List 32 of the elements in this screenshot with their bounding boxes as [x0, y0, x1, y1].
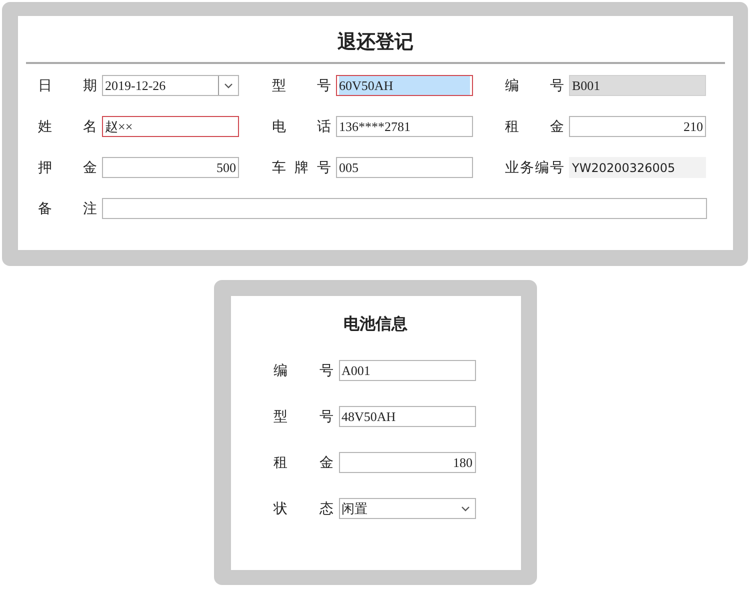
field-label: 业务编号	[505, 158, 564, 176]
input-field[interactable]	[102, 198, 707, 219]
input-field[interactable]: B001	[569, 75, 706, 96]
field-label: 姓 名	[38, 118, 97, 136]
field-label: 租 金	[274, 454, 334, 472]
chevron-down-icon	[460, 506, 470, 512]
value-display: YW20200326005	[569, 157, 706, 178]
input-field[interactable]: 210	[569, 116, 706, 137]
field-label: 备 注	[38, 200, 97, 218]
panel-title: 退还登记	[336, 30, 414, 55]
input-field[interactable]: A001	[338, 360, 476, 381]
field-label: 日 期	[38, 76, 97, 94]
chevron-down-icon	[224, 82, 233, 88]
dropdown-field[interactable]: 闲置	[338, 498, 476, 519]
field-label: 型 号	[274, 408, 334, 426]
input-field[interactable]: 60V50AH	[336, 75, 473, 96]
field-label: 型 号	[272, 76, 331, 94]
input-field[interactable]: 136****2781	[336, 116, 473, 137]
field-label: 租 金	[505, 118, 564, 136]
input-field[interactable]: 500	[102, 157, 239, 178]
input-field[interactable]: 005	[336, 157, 473, 178]
input-field[interactable]: 赵××	[102, 116, 239, 137]
field-label: 车 牌 号	[272, 158, 331, 176]
field-label: 状 态	[274, 500, 334, 518]
panel-title: 电池信息	[344, 313, 408, 335]
input-field[interactable]: 48V50AH	[338, 406, 476, 427]
input-field[interactable]: 180	[338, 452, 476, 473]
field-label: 编 号	[274, 362, 334, 380]
field-label: 电 话	[272, 118, 331, 136]
input-field[interactable]: 2019-12-26	[102, 75, 239, 96]
field-label: 编 号	[505, 76, 564, 94]
field-label: 押 金	[38, 158, 97, 176]
